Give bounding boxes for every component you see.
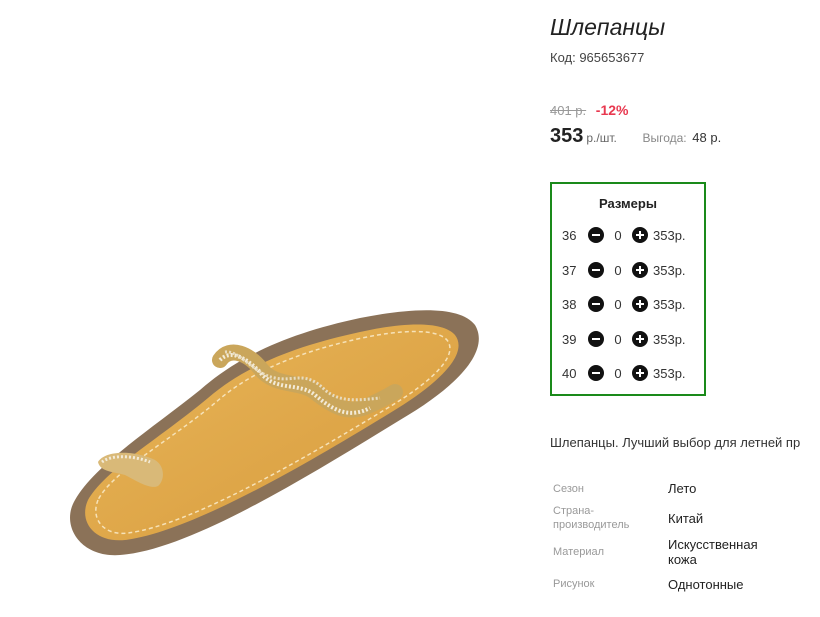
- minus-circle-icon[interactable]: [588, 296, 604, 312]
- size-price: 353р.: [653, 262, 686, 278]
- minus-circle-icon[interactable]: [588, 365, 604, 381]
- attribute-label: Рисунок: [553, 578, 595, 590]
- attribute-value: Китай: [668, 511, 704, 526]
- product-code: Код: 965653677: [550, 50, 645, 65]
- size-row: 38 0 353р.: [552, 294, 686, 314]
- size-price: 353р.: [653, 227, 686, 243]
- attribute-value: Искусственная кожа: [668, 537, 758, 567]
- size-value: 40: [562, 365, 577, 381]
- quantity-value: 0: [614, 262, 622, 278]
- attribute-label: Сезон: [553, 483, 584, 495]
- price-unit: р./шт.: [586, 131, 617, 145]
- minus-circle-icon[interactable]: [588, 227, 604, 243]
- old-price-row: 401 р. -12%: [550, 102, 628, 118]
- plus-circle-icon[interactable]: [632, 262, 648, 278]
- price-row: 353 р./шт. Выгода: 48 р.: [550, 125, 721, 148]
- minus-circle-icon[interactable]: [588, 262, 604, 278]
- discount-badge: -12%: [595, 102, 629, 118]
- size-row: 36 0 353р.: [552, 225, 686, 245]
- quantity-value: 0: [614, 227, 622, 243]
- minus-circle-icon[interactable]: [588, 331, 604, 347]
- size-value: 37: [562, 262, 577, 278]
- size-value: 38: [562, 296, 577, 312]
- plus-circle-icon[interactable]: [632, 365, 648, 381]
- savings-value: 48 р.: [692, 130, 722, 145]
- old-price: 401 р.: [550, 103, 587, 118]
- size-price: 353р.: [653, 296, 686, 312]
- quantity-value: 0: [614, 296, 622, 312]
- quantity-value: 0: [614, 365, 622, 381]
- attribute-value: Лето: [668, 481, 697, 496]
- size-row: 37 0 353р.: [552, 260, 686, 280]
- product-title: Шлепанцы: [550, 14, 666, 40]
- attribute-label: Страна-производитель: [553, 505, 630, 531]
- product-image: [70, 310, 479, 556]
- size-value: 39: [562, 331, 577, 347]
- size-price: 353р.: [653, 365, 686, 381]
- plus-circle-icon[interactable]: [632, 296, 648, 312]
- attribute-value: Однотонные: [668, 577, 744, 592]
- size-value: 36: [562, 227, 577, 243]
- current-price: 353: [550, 125, 584, 147]
- size-row: 40 0 353р.: [552, 363, 686, 383]
- size-price: 353р.: [653, 331, 686, 347]
- sizes-title: Размеры: [599, 196, 657, 211]
- size-row: 39 0 353р.: [552, 329, 686, 349]
- attribute-label: Материал: [553, 546, 604, 558]
- plus-circle-icon[interactable]: [632, 227, 648, 243]
- quantity-value: 0: [614, 331, 622, 347]
- savings-label: Выгода:: [642, 131, 687, 145]
- product-description: Шлепанцы. Лучший выбор для летней пр: [550, 435, 801, 450]
- sizes-panel: Размеры 36 0 353р. 37 0 353р. 38 0 353р.…: [550, 182, 706, 396]
- plus-circle-icon[interactable]: [632, 331, 648, 347]
